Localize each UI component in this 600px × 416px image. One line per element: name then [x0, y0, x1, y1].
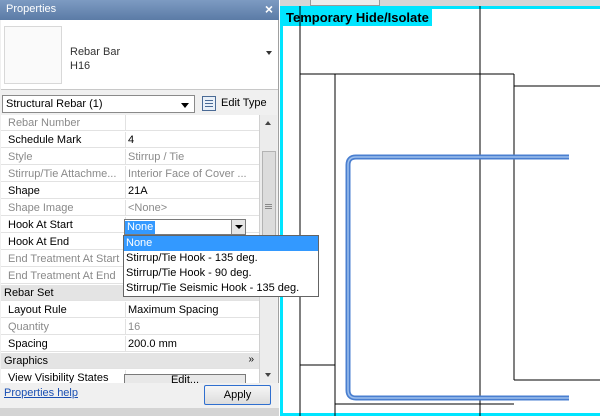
- footer-strip: [0, 408, 279, 416]
- properties-title: Properties: [6, 3, 57, 15]
- property-row: Shape 21A: [1, 183, 259, 199]
- property-value[interactable]: 21A: [125, 183, 259, 199]
- edit-type-label: Edit Type: [221, 97, 267, 109]
- property-name: Schedule Mark: [8, 134, 82, 146]
- chevron-down-icon[interactable]: [181, 103, 189, 108]
- properties-help-link[interactable]: Properties help: [4, 387, 78, 399]
- close-icon[interactable]: ×: [265, 1, 273, 17]
- hook-option-seismic-135[interactable]: Stirrup/Tie Seismic Hook - 135 deg.: [124, 281, 318, 296]
- property-value: Stirrup / Tie: [125, 149, 259, 165]
- chevron-down-icon[interactable]: [231, 220, 245, 234]
- type-preview-image: [4, 26, 62, 84]
- property-name: Style: [8, 151, 33, 163]
- property-name: Graphics: [4, 355, 49, 367]
- hook-at-start-value: None: [125, 221, 156, 234]
- property-name: End Treatment At End: [8, 270, 116, 282]
- collapse-chevron-icon[interactable]: »: [248, 354, 254, 365]
- apply-button[interactable]: Apply: [204, 385, 271, 405]
- property-name: Shape Image: [8, 202, 74, 214]
- property-value: <None>: [125, 200, 259, 216]
- type-selector[interactable]: Rebar Bar H16: [1, 20, 278, 90]
- property-name: Stirrup/Tie Attachme...: [8, 168, 117, 180]
- hook-option-90[interactable]: Stirrup/Tie Hook - 90 deg.: [124, 266, 318, 281]
- grip-icon: [265, 204, 272, 205]
- property-value[interactable]: 200.0 mm: [125, 336, 259, 352]
- properties-header: Properties ×: [0, 0, 279, 20]
- edit-type-icon: [202, 96, 216, 111]
- property-row: Quantity 16: [1, 319, 259, 335]
- property-name: Shape: [8, 185, 40, 197]
- property-value: Interior Face of Cover ...: [125, 166, 259, 182]
- property-name: Quantity: [8, 321, 49, 333]
- property-row: Layout Rule Maximum Spacing: [1, 302, 259, 318]
- hook-option-none[interactable]: None: [124, 236, 318, 251]
- property-value: [125, 115, 259, 131]
- property-name: Spacing: [8, 338, 48, 350]
- property-value[interactable]: 4: [125, 132, 259, 148]
- property-group-header[interactable]: Graphics »: [1, 353, 259, 369]
- drawing-canvas[interactable]: [280, 0, 600, 416]
- property-name: Hook At Start: [8, 219, 73, 231]
- property-name: End Treatment At Start: [8, 253, 120, 265]
- property-row: Rebar Number: [1, 115, 259, 131]
- properties-footer: Properties help Apply: [0, 383, 279, 416]
- property-value: 16: [125, 319, 259, 335]
- property-row: Spacing 200.0 mm: [1, 336, 259, 352]
- property-name: Rebar Number: [8, 117, 81, 129]
- edit-type-button[interactable]: Edit Type: [200, 95, 277, 113]
- property-name: Hook At End: [8, 236, 70, 248]
- property-name: Rebar Set: [4, 287, 54, 299]
- hook-options-list: None Stirrup/Tie Hook - 135 deg. Stirrup…: [123, 235, 319, 297]
- instance-filter-dropdown[interactable]: Structural Rebar (1): [2, 95, 195, 113]
- scroll-up-icon[interactable]: [265, 121, 271, 125]
- scroll-down-icon[interactable]: [265, 373, 271, 377]
- type-family-name: Rebar Bar: [70, 46, 121, 58]
- property-row: Schedule Mark 4: [1, 132, 259, 148]
- property-value[interactable]: Maximum Spacing: [125, 302, 259, 318]
- properties-panel: Properties × Rebar Bar H16 Structural Re…: [0, 0, 319, 416]
- property-name: View Visibility States: [8, 372, 109, 383]
- type-name: H16: [70, 60, 91, 72]
- chevron-down-icon[interactable]: [266, 51, 272, 55]
- hook-at-start-select[interactable]: None: [124, 219, 246, 235]
- stirrup-rebar-highlight: [347, 156, 569, 399]
- instance-filter-value: Structural Rebar (1): [6, 98, 103, 110]
- property-row: Shape Image <None>: [1, 200, 259, 216]
- stirrup-rebar[interactable]: [345, 154, 569, 401]
- property-row: Stirrup/Tie Attachme... Interior Face of …: [1, 166, 259, 182]
- property-name: Layout Rule: [8, 304, 67, 316]
- property-row: Style Stirrup / Tie: [1, 149, 259, 165]
- drawing-view[interactable]: Temporary Hide/Isolate: [280, 0, 600, 416]
- hook-option-135[interactable]: Stirrup/Tie Hook - 135 deg.: [124, 251, 318, 266]
